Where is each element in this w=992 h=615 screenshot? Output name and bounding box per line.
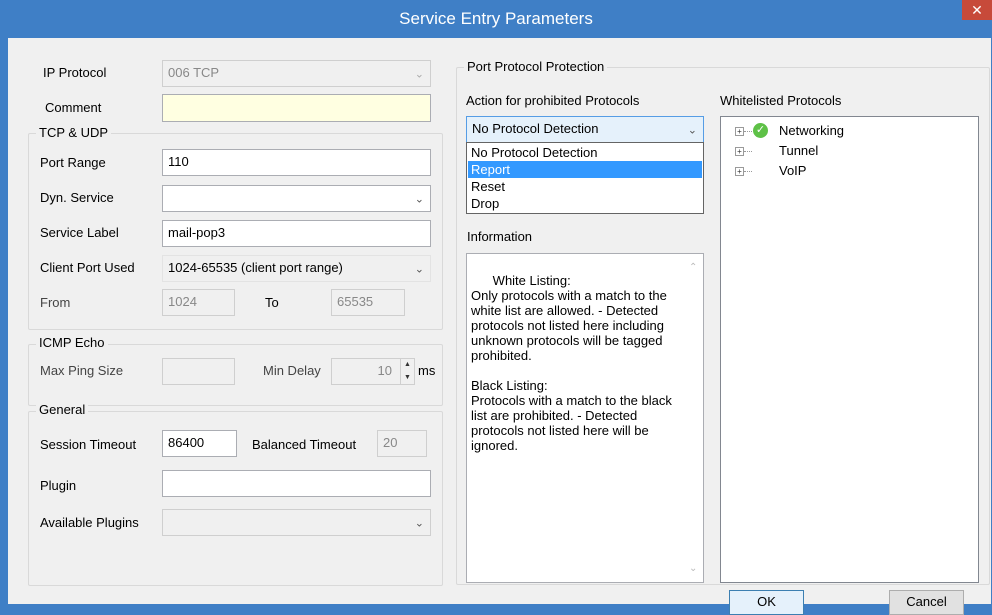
- tree-expand-icon[interactable]: +: [735, 167, 744, 176]
- balanced-timeout-input[interactable]: 20: [377, 430, 427, 457]
- service-label-input[interactable]: mail-pop3: [162, 220, 431, 247]
- service-label-value: mail-pop3: [168, 225, 226, 240]
- dialog-window: Service Entry Parameters ✕ IP Protocol 0…: [0, 0, 992, 615]
- window-title: Service Entry Parameters: [399, 9, 593, 28]
- dialog-client-area: IP Protocol 006 TCP ⌄ Comment TCP & UDP …: [8, 38, 991, 615]
- spin-down-icon[interactable]: ▼: [401, 372, 414, 385]
- ok-button[interactable]: OK: [729, 590, 804, 615]
- from-input[interactable]: 1024: [162, 289, 235, 316]
- port-protocol-protection-title: Port Protocol Protection: [464, 59, 608, 74]
- information-label: Information: [467, 229, 533, 244]
- tree-item-tunnel[interactable]: + Tunnel: [735, 142, 965, 160]
- tree-connector: [744, 171, 752, 172]
- client-port-used-label: Client Port Used: [40, 260, 135, 275]
- whitelisted-protocols-label: Whitelisted Protocols: [720, 93, 842, 108]
- min-delay-value: 10: [377, 363, 392, 378]
- tree-item-label: Tunnel: [779, 143, 819, 158]
- to-value: 65535: [337, 294, 374, 309]
- client-port-used-value: 1024-65535 (client port range): [168, 260, 343, 275]
- ip-protocol-value: 006 TCP: [168, 65, 220, 80]
- information-scrollbar[interactable]: ⌃ ⌄: [686, 254, 703, 582]
- plugin-label: Plugin: [40, 478, 77, 493]
- general-group-title: General: [36, 402, 89, 417]
- cancel-button[interactable]: Cancel: [889, 590, 964, 615]
- max-ping-size-input[interactable]: [162, 358, 235, 385]
- from-value: 1024: [168, 294, 197, 309]
- tree-item-label: Networking: [779, 123, 845, 138]
- chevron-down-icon: ⌄: [414, 193, 424, 205]
- ip-protocol-select[interactable]: 006 TCP ⌄: [162, 60, 431, 87]
- tcp-udp-group-title: TCP & UDP: [36, 125, 112, 140]
- max-ping-size-label: Max Ping Size: [40, 363, 124, 378]
- chevron-down-icon: ⌄: [687, 124, 697, 136]
- balanced-timeout-value: 20: [383, 435, 398, 450]
- tree-expand-icon[interactable]: +: [735, 147, 744, 156]
- client-port-used-select[interactable]: 1024-65535 (client port range) ⌄: [162, 255, 431, 282]
- comment-label: Comment: [45, 100, 102, 115]
- action-selected-value: No Protocol Detection: [472, 121, 599, 136]
- title-bar[interactable]: Service Entry Parameters ✕: [0, 0, 992, 38]
- port-range-input[interactable]: 110: [162, 149, 431, 176]
- dyn-service-select[interactable]: ⌄: [162, 185, 431, 212]
- min-delay-input[interactable]: 10 ▲ ▼: [331, 358, 415, 385]
- min-delay-spinner[interactable]: ▲ ▼: [400, 359, 414, 384]
- balanced-timeout-label: Balanced Timeout: [252, 437, 357, 452]
- dropdown-option-reset[interactable]: Reset: [468, 178, 702, 195]
- service-label-label: Service Label: [40, 225, 119, 240]
- tree-item-networking[interactable]: + ✓ Networking: [735, 122, 965, 140]
- port-range-value: 110: [168, 154, 189, 169]
- information-text: White Listing: Only protocols with a mat…: [471, 273, 672, 453]
- chevron-down-icon: ⌄: [414, 517, 424, 529]
- spin-up-icon[interactable]: ▲: [401, 359, 414, 372]
- ip-protocol-label: IP Protocol: [43, 65, 107, 80]
- plugin-input[interactable]: [162, 470, 431, 497]
- chevron-down-icon: ⌄: [414, 263, 424, 275]
- dropdown-option-report[interactable]: Report: [468, 161, 702, 178]
- to-input[interactable]: 65535: [331, 289, 405, 316]
- information-textarea[interactable]: White Listing: Only protocols with a mat…: [466, 253, 704, 583]
- close-button[interactable]: ✕: [962, 0, 992, 20]
- session-timeout-value: 86400: [168, 435, 205, 450]
- scroll-down-icon[interactable]: ⌄: [689, 561, 697, 576]
- session-timeout-label: Session Timeout: [40, 437, 137, 452]
- port-range-label: Port Range: [40, 155, 106, 170]
- scroll-up-icon[interactable]: ⌃: [689, 260, 697, 275]
- check-circle-icon: ✓: [753, 123, 768, 138]
- min-delay-unit: ms: [418, 363, 436, 378]
- from-label: From: [40, 295, 71, 310]
- comment-input[interactable]: [162, 94, 431, 122]
- tree-expand-icon[interactable]: +: [735, 127, 744, 136]
- tree-connector: [744, 151, 752, 152]
- dyn-service-label: Dyn. Service: [40, 190, 114, 205]
- to-label: To: [265, 295, 279, 310]
- dropdown-option-drop[interactable]: Drop: [468, 195, 702, 212]
- session-timeout-input[interactable]: 86400: [162, 430, 237, 457]
- available-plugins-select[interactable]: ⌄: [162, 509, 431, 536]
- tree-item-label: VoIP: [779, 163, 807, 178]
- chevron-down-icon: ⌄: [414, 68, 424, 80]
- icmp-echo-group-title: ICMP Echo: [36, 335, 108, 350]
- dropdown-option-no-protocol-detection[interactable]: No Protocol Detection: [468, 144, 702, 161]
- available-plugins-label: Available Plugins: [40, 515, 139, 530]
- close-icon: ✕: [971, 2, 983, 18]
- min-delay-label: Min Delay: [263, 363, 321, 378]
- action-prohibited-label: Action for prohibited Protocols: [466, 93, 640, 108]
- action-prohibited-select[interactable]: No Protocol Detection ⌄: [466, 116, 704, 143]
- action-dropdown-list[interactable]: No Protocol Detection Report Reset Drop: [466, 142, 704, 214]
- whitelisted-protocols-tree[interactable]: + ✓ Networking + Tunnel + VoIP: [720, 116, 979, 583]
- tree-connector: [744, 131, 752, 132]
- tree-item-voip[interactable]: + VoIP: [735, 162, 965, 180]
